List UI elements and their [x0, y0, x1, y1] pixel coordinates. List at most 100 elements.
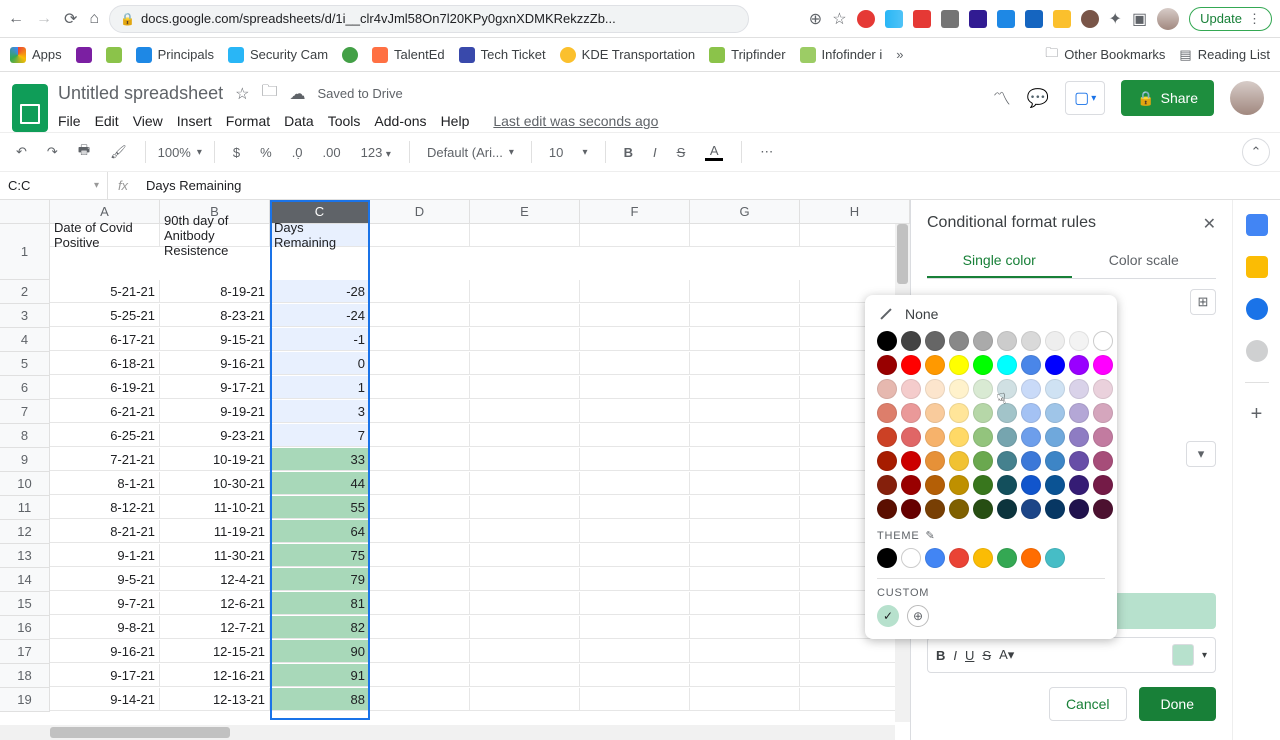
color-swatch[interactable] [1045, 331, 1065, 351]
color-swatch[interactable] [877, 331, 897, 351]
cell[interactable] [800, 640, 910, 663]
cell[interactable]: 88 [270, 688, 370, 711]
color-swatch[interactable] [925, 403, 945, 423]
color-swatch[interactable] [901, 475, 921, 495]
cell[interactable]: 44 [270, 472, 370, 495]
color-swatch[interactable] [1069, 331, 1089, 351]
color-swatch[interactable] [1069, 379, 1089, 399]
comments-icon[interactable]: 💬 [1027, 88, 1049, 109]
bookmark-talented[interactable]: TalentEd [372, 47, 445, 63]
cell[interactable] [370, 496, 470, 519]
theme-swatch[interactable] [1021, 548, 1041, 568]
cell[interactable] [690, 352, 800, 375]
theme-swatch[interactable] [949, 548, 969, 568]
color-swatch[interactable] [1069, 355, 1089, 375]
keep-icon[interactable] [1246, 256, 1268, 278]
font-family-select[interactable]: Default (Ari... ▾ [422, 142, 519, 163]
color-swatch[interactable] [901, 499, 921, 519]
cell[interactable]: 5-25-21 [50, 304, 160, 327]
cell[interactable] [470, 544, 580, 567]
cell[interactable] [370, 568, 470, 591]
ext-icon[interactable] [997, 10, 1015, 28]
color-swatch[interactable] [1021, 427, 1041, 447]
color-swatch[interactable] [997, 379, 1017, 399]
cell[interactable] [690, 448, 800, 471]
italic-icon[interactable]: I [953, 648, 957, 663]
cell[interactable]: Date of Covid Positive [50, 224, 160, 247]
cell[interactable] [580, 424, 690, 447]
color-swatch[interactable] [949, 499, 969, 519]
color-swatch[interactable] [949, 355, 969, 375]
cell[interactable] [580, 376, 690, 399]
cell[interactable] [690, 472, 800, 495]
menu-tools[interactable]: Tools [328, 113, 361, 129]
bold-icon[interactable]: B [618, 141, 639, 164]
color-swatch[interactable] [1069, 451, 1089, 471]
star-icon[interactable]: ☆ [235, 84, 249, 104]
cell[interactable]: 9-17-21 [50, 664, 160, 687]
ext-icon[interactable] [1025, 10, 1043, 28]
percent-icon[interactable]: % [254, 141, 278, 164]
extensions-icon[interactable]: ✦ [1109, 9, 1122, 29]
forward-icon[interactable]: → [36, 10, 52, 28]
row-header-4[interactable]: 4 [0, 328, 50, 352]
row-header-7[interactable]: 7 [0, 400, 50, 424]
cell[interactable]: 8-23-21 [160, 304, 270, 327]
bookmark-security-cam[interactable]: Security Cam [228, 47, 328, 63]
reload-icon[interactable]: ⟳ [64, 9, 77, 29]
cell[interactable]: 9-8-21 [50, 616, 160, 639]
bookmark-infofinder[interactable]: Infofinder i [800, 47, 883, 63]
text-color-icon[interactable]: A▾ [999, 647, 1014, 663]
tab-color-scale[interactable]: Color scale [1072, 244, 1217, 278]
cell[interactable] [370, 472, 470, 495]
redo-icon[interactable]: ↷ [41, 140, 64, 164]
color-swatch[interactable] [877, 451, 897, 471]
cell[interactable] [580, 688, 690, 711]
name-box[interactable]: C:C▾ [0, 172, 108, 199]
bookmark-overflow[interactable]: » [896, 47, 903, 62]
cell[interactable] [470, 352, 580, 375]
more-formats[interactable]: 123 ▾ [355, 141, 397, 164]
cell[interactable] [470, 592, 580, 615]
cell[interactable] [370, 224, 470, 247]
bookmark-item[interactable] [76, 47, 92, 63]
cancel-button[interactable]: Cancel [1049, 687, 1127, 721]
cell[interactable] [690, 400, 800, 423]
color-swatch[interactable] [949, 379, 969, 399]
cell[interactable] [580, 640, 690, 663]
row-header-13[interactable]: 13 [0, 544, 50, 568]
row-header-14[interactable]: 14 [0, 568, 50, 592]
menu-view[interactable]: View [133, 113, 163, 129]
cell[interactable] [470, 328, 580, 351]
theme-swatch[interactable] [1045, 548, 1065, 568]
other-bookmarks[interactable]: 🗀Other Bookmarks [1045, 44, 1165, 66]
cell[interactable] [470, 496, 580, 519]
cell[interactable] [580, 616, 690, 639]
cell[interactable]: 9-23-21 [160, 424, 270, 447]
color-swatch[interactable] [1093, 451, 1113, 471]
col-header-D[interactable]: D [370, 200, 470, 224]
fill-dropdown-icon[interactable]: ▾ [1202, 650, 1207, 661]
menu-edit[interactable]: Edit [95, 113, 119, 129]
cell[interactable]: 7-21-21 [50, 448, 160, 471]
cell[interactable]: 90 [270, 640, 370, 663]
cell[interactable]: 12-7-21 [160, 616, 270, 639]
cast-icon[interactable]: ▣ [1132, 9, 1147, 29]
cell[interactable]: 33 [270, 448, 370, 471]
cell[interactable] [690, 224, 800, 247]
menu-insert[interactable]: Insert [177, 113, 212, 129]
range-grid-icon[interactable]: ⊞ [1190, 289, 1216, 315]
color-swatch[interactable] [949, 427, 969, 447]
cell[interactable]: 5-21-21 [50, 280, 160, 303]
bookmark-tech-ticket[interactable]: Tech Ticket [459, 47, 546, 63]
color-swatch[interactable] [1045, 451, 1065, 471]
row-header-6[interactable]: 6 [0, 376, 50, 400]
row-header-18[interactable]: 18 [0, 664, 50, 688]
color-swatch[interactable] [997, 499, 1017, 519]
underline-icon[interactable]: U [965, 648, 974, 663]
sheet-area[interactable]: ABCDEFGH1Date of Covid Positive90th day … [0, 200, 910, 740]
color-swatch[interactable] [901, 379, 921, 399]
color-swatch[interactable] [1021, 403, 1041, 423]
strike-icon[interactable]: S [671, 141, 692, 164]
cell[interactable] [370, 520, 470, 543]
